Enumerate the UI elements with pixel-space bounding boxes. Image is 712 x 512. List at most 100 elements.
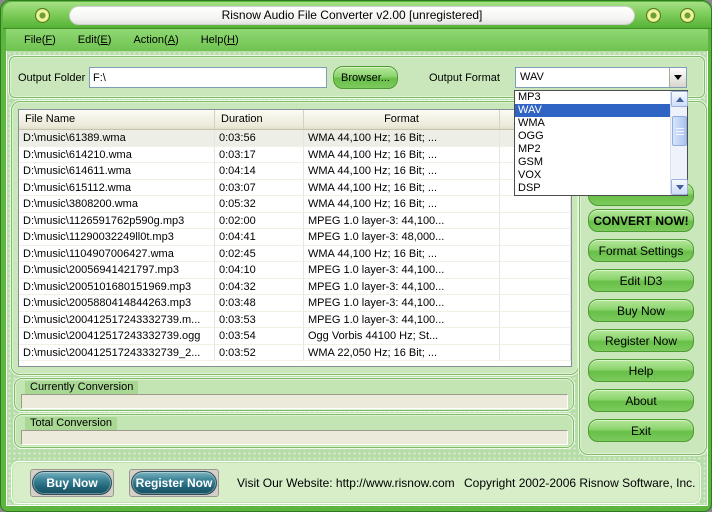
cell-format: WMA 44,100 Hz; 16 Bit; ...	[304, 196, 500, 213]
cell-blank	[500, 196, 571, 213]
cell-duration: 0:04:10	[215, 262, 304, 279]
cell-duration: 0:03:17	[215, 147, 304, 164]
scroll-up-button[interactable]	[671, 91, 688, 107]
cell-blank	[500, 229, 571, 246]
cell-duration: 0:02:00	[215, 213, 304, 230]
table-row[interactable]: D:\music\200412517243332739_2...0:03:52W…	[19, 345, 571, 362]
dropdown-option-mp2[interactable]: MP2	[515, 143, 670, 156]
cell-duration: 0:03:48	[215, 295, 304, 312]
cell-format: MPEG 1.0 layer-3: 44,100...	[304, 295, 500, 312]
output-format-combobox[interactable]: WAV	[515, 67, 687, 88]
cell-duration: 0:04:41	[215, 229, 304, 246]
close-icon[interactable]	[680, 8, 695, 23]
cell-duration: 0:04:14	[215, 163, 304, 180]
dropdown-option-mp3[interactable]: MP3	[515, 91, 670, 104]
minimize-icon[interactable]	[646, 8, 661, 23]
cell-blank	[500, 279, 571, 296]
header-format[interactable]: Format	[304, 110, 500, 130]
cell-format: WMA 44,100 Hz; 16 Bit; ...	[304, 180, 500, 197]
scrollbar-grip-icon	[676, 128, 684, 136]
header-file-name[interactable]: File Name	[19, 110, 215, 130]
menu-help[interactable]: Help(H)	[201, 34, 239, 46]
cell-blank	[500, 262, 571, 279]
table-row[interactable]: D:\music\200412517243332739.ogg0:03:54Og…	[19, 328, 571, 345]
footer-buy-now-button[interactable]: Buy Now	[30, 469, 114, 497]
cell-blank	[500, 246, 571, 263]
menu-edit[interactable]: Edit(E)	[78, 34, 112, 46]
cell-file: D:\music\20056941421797.mp3	[19, 262, 215, 279]
dropdown-option-gsm[interactable]: GSM	[515, 156, 670, 169]
file-table-body: D:\music\61389.wma0:03:56 WMA 44,100 Hz; …	[19, 130, 571, 361]
dropdown-option-wav[interactable]: WAV	[515, 104, 670, 117]
browser-button[interactable]: Browser...	[333, 66, 398, 89]
combobox-dropdown-button[interactable]	[669, 68, 686, 87]
help-button[interactable]: Help	[588, 359, 694, 382]
dropdown-option-ogg[interactable]: OGG	[515, 130, 670, 143]
cell-blank	[500, 312, 571, 329]
convert-now-button[interactable]: CONVERT NOW!	[588, 209, 694, 232]
cell-file: D:\music\11290032249ll0t.mp3	[19, 229, 215, 246]
footer-bar: Buy Now Register Now Visit Our Website: …	[11, 461, 701, 504]
menubar: File(F) Edit(E) Action(A) Help(H)	[6, 29, 708, 51]
register-now-button[interactable]: Register Now	[588, 329, 694, 352]
edit-id3-button[interactable]: Edit ID3	[588, 269, 694, 292]
about-button[interactable]: About	[588, 389, 694, 412]
output-format-label: Output Format	[429, 67, 500, 89]
dropdown-option-wma[interactable]: WMA	[515, 117, 670, 130]
combobox-selected-value: WAV	[520, 68, 544, 87]
table-row[interactable]: D:\music\3808200.wma0:05:32WMA 44,100 Hz…	[19, 196, 571, 213]
cell-file: D:\music\61389.wma	[19, 130, 215, 147]
cell-format: MPEG 1.0 layer-3: 44,100...	[304, 213, 500, 230]
window-title: Risnow Audio File Converter v2.00 [unreg…	[69, 6, 635, 25]
cell-format: MPEG 1.0 layer-3: 48,000...	[304, 229, 500, 246]
footer-register-now-button[interactable]: Register Now	[129, 469, 219, 497]
table-row[interactable]: D:\music\1104907006427.wma0:02:45WMA 44,…	[19, 246, 571, 263]
table-row[interactable]: D:\music\11290032249ll0t.mp30:04:41MPEG …	[19, 229, 571, 246]
table-row[interactable]: D:\music\2005101680151969.mp30:04:32MPEG…	[19, 279, 571, 296]
cell-duration: 0:04:32	[215, 279, 304, 296]
table-row[interactable]: D:\music\2005880414844263.mp30:03:48MPEG…	[19, 295, 571, 312]
cell-file: D:\music\1104907006427.wma	[19, 246, 215, 263]
exit-button[interactable]: Exit	[588, 419, 694, 442]
table-row[interactable]: D:\music\20056941421797.mp30:04:10MPEG 1…	[19, 262, 571, 279]
cell-duration: 0:03:54	[215, 328, 304, 345]
scroll-down-button[interactable]	[671, 179, 688, 195]
cell-file: D:\music\200412517243332739.ogg	[19, 328, 215, 345]
system-menu-icon[interactable]	[35, 8, 50, 23]
dropdown-option-dsp[interactable]: DSP	[515, 182, 670, 195]
table-row[interactable]: D:\music\1126591762p590g.mp30:02:00MPEG …	[19, 213, 571, 230]
dropdown-option-vox[interactable]: VOX	[515, 169, 670, 182]
total-conversion-label: Total Conversion	[25, 417, 117, 430]
header-duration[interactable]: Duration	[215, 110, 304, 130]
output-folder-input[interactable]	[89, 67, 327, 88]
scrollbar-thumb[interactable]	[672, 116, 687, 146]
file-table: File Name Duration Format D:\music\61389…	[18, 109, 572, 367]
table-row[interactable]: D:\music\61389.wma0:03:56WMA 44,100 Hz; …	[19, 130, 571, 147]
cell-duration: 0:03:07	[215, 180, 304, 197]
footer-buy-now-label: Buy Now	[32, 471, 112, 495]
output-folder-label: Output Folder	[18, 67, 85, 89]
currently-conversion-group: Currently Conversion	[14, 378, 574, 411]
table-row[interactable]: D:\music\614210.wma0:03:17WMA 44,100 Hz;…	[19, 147, 571, 164]
file-table-header: File Name Duration Format	[19, 110, 571, 130]
format-dropdown-list: MP3WAVWMAOGGMP2GSMVOXDSP	[514, 90, 688, 196]
copyright-text: Copyright 2002-2006 Risnow Software, Inc…	[464, 470, 695, 497]
footer-register-now-label: Register Now	[131, 471, 217, 495]
cell-duration: 0:02:45	[215, 246, 304, 263]
dropdown-scrollbar[interactable]	[670, 91, 687, 195]
menu-file[interactable]: File(F)	[24, 34, 56, 46]
cell-duration: 0:03:56	[215, 130, 304, 147]
table-row[interactable]: D:\music\614611.wma0:04:14WMA 44,100 Hz;…	[19, 163, 571, 180]
cell-file: D:\music\2005101680151969.mp3	[19, 279, 215, 296]
cell-file: D:\music\3808200.wma	[19, 196, 215, 213]
cell-file: D:\music\200412517243332739_2...	[19, 345, 215, 362]
table-row[interactable]: D:\music\200412517243332739.m...0:03:53M…	[19, 312, 571, 329]
menu-action[interactable]: Action(A)	[133, 34, 178, 46]
cell-format: MPEG 1.0 layer-3: 44,100...	[304, 279, 500, 296]
chevron-up-icon	[676, 97, 684, 102]
titlebar: Risnow Audio File Converter v2.00 [unreg…	[3, 2, 711, 29]
format-settings-button[interactable]: Format Settings	[588, 239, 694, 262]
table-row[interactable]: D:\music\615112.wma0:03:07WMA 44,100 Hz;…	[19, 180, 571, 197]
buy-now-button[interactable]: Buy Now	[588, 299, 694, 322]
cell-blank	[500, 213, 571, 230]
